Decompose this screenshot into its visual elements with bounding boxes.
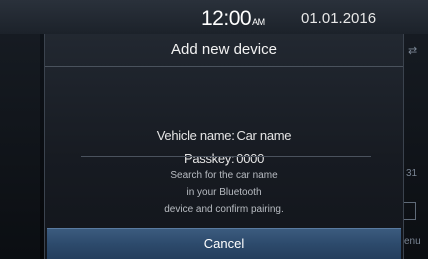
background-left-panel [0, 34, 40, 259]
instruction-line: in your Bluetooth [186, 187, 262, 198]
clock: 12:00AM [201, 7, 265, 31]
add-device-dialog: Add new device Vehicle name: Car name Pas… [44, 34, 404, 259]
date-display: 01.01.2016 [301, 10, 377, 27]
instruction-line: device and confirm pairing. [164, 204, 284, 215]
instruction-line: Search for the car name [170, 170, 278, 181]
passkey-line: Passkey: 0000 [45, 151, 403, 166]
background-number: 31 [406, 168, 418, 179]
vehicle-name-line: Vehicle name: Car name [45, 128, 403, 143]
background-box-icon [403, 202, 416, 220]
dialog-divider [81, 156, 371, 157]
status-bar: 12:00AM 01.01.2016 [0, 0, 428, 34]
clock-time: 12:00 [201, 7, 252, 30]
passkey-label: Passkey: [183, 151, 235, 166]
background-right-panel [402, 34, 428, 259]
screen: 12:00AM 01.01.2016 ⇄ 31 enu Add new devi… [0, 0, 428, 259]
dialog-title: Add new device [45, 34, 403, 67]
switch-icon: ⇄ [408, 45, 418, 57]
vehicle-name-value: Car name [236, 128, 292, 143]
clock-ampm: AM [252, 17, 265, 27]
background-menu-label: enu [404, 236, 421, 247]
cancel-button[interactable]: Cancel [47, 228, 401, 259]
passkey-value: 0000 [236, 151, 265, 166]
vehicle-name-label: Vehicle name: [156, 128, 235, 143]
